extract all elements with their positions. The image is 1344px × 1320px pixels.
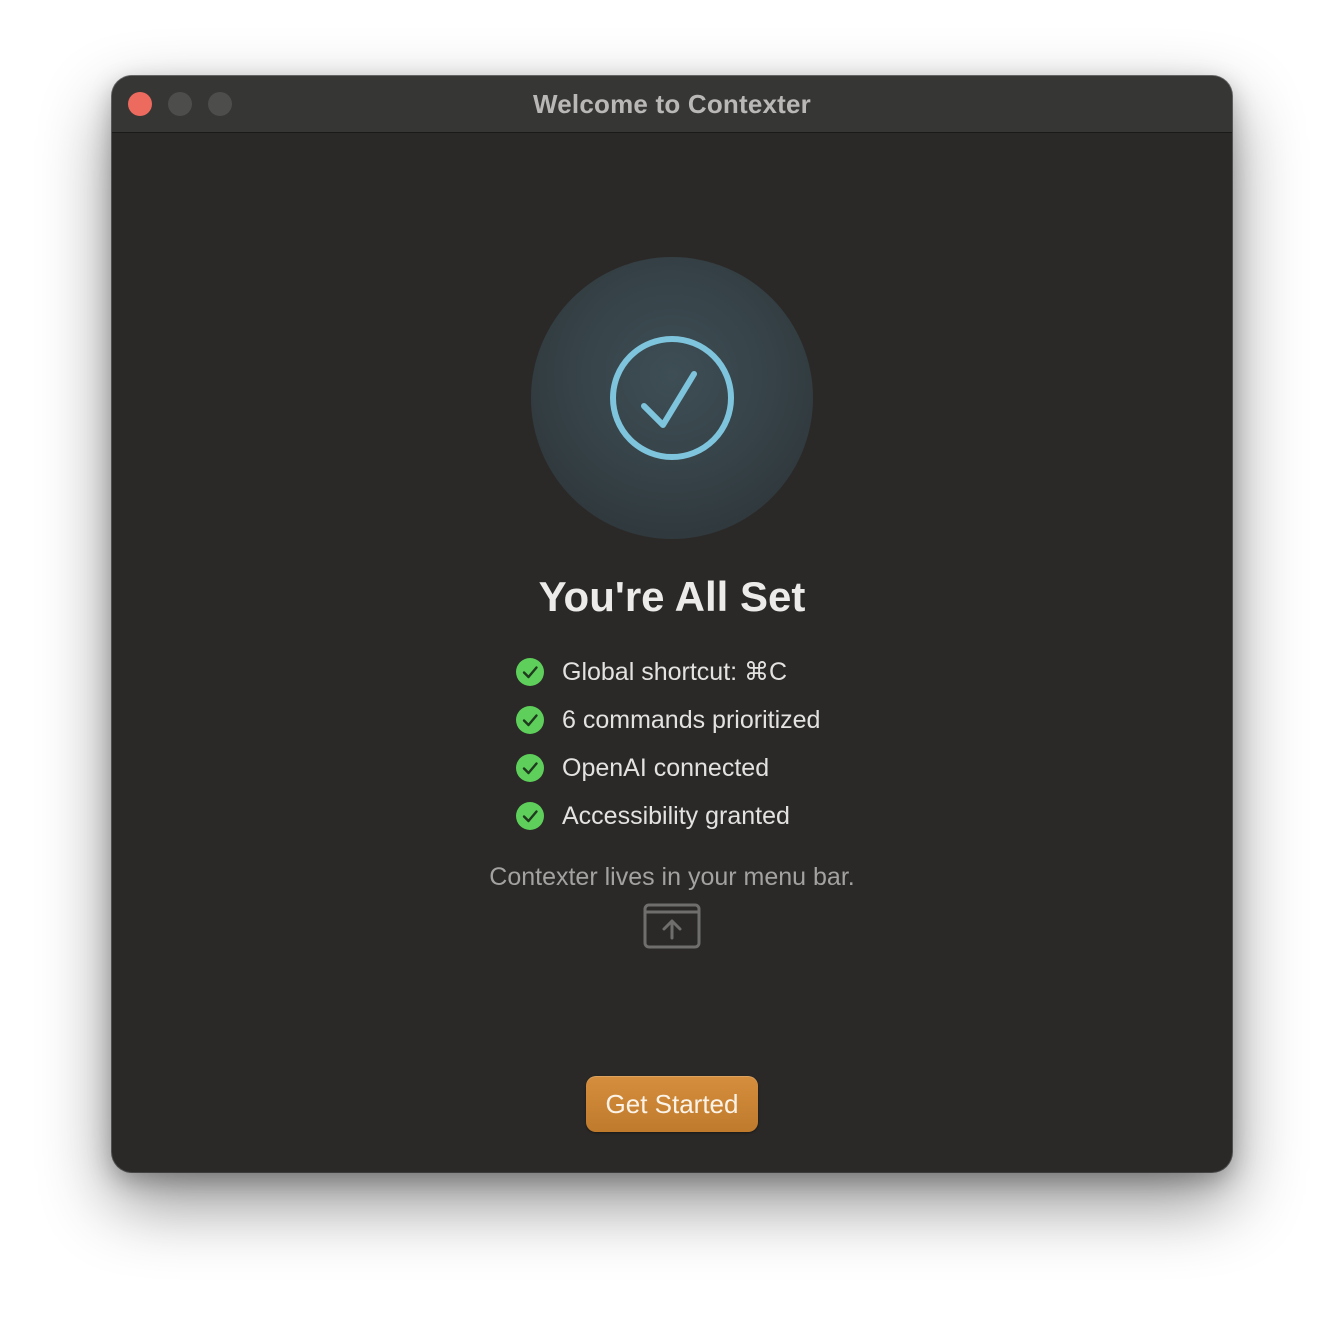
checklist-item-label: Accessibility granted <box>562 802 790 830</box>
get-started-button[interactable]: Get Started <box>586 1076 758 1132</box>
window-title: Welcome to Contexter <box>532 89 811 119</box>
page-title: You're All Set <box>538 573 806 620</box>
checklist-item-accessibility: Accessibility granted <box>515 793 935 841</box>
green-checkmark-icon <box>516 802 544 830</box>
green-checkmark-icon <box>516 706 544 734</box>
title-bar: Welcome to Contexter <box>112 76 1232 133</box>
menu-bar-hint: Contexter lives in your menu bar. <box>489 863 855 891</box>
menu-bar-upload-icon <box>643 903 701 949</box>
checkmark-circle-icon <box>610 336 734 460</box>
welcome-content: You're All Set Global shortcut: ⌘C 6 com… <box>112 133 1232 1172</box>
checklist-item-label: 6 commands prioritized <box>562 706 821 734</box>
checklist-item-label: OpenAI connected <box>562 754 770 782</box>
green-checkmark-icon <box>516 658 544 686</box>
checklist-item-shortcut: Global shortcut: ⌘C <box>515 649 935 697</box>
green-checkmark-icon <box>516 754 544 782</box>
checklist-item-commands: 6 commands prioritized <box>515 697 935 745</box>
success-halo <box>531 257 813 539</box>
onboarding-window: Welcome to Contexter You're All Set Glob… <box>112 76 1232 1172</box>
checklist-item-openai: OpenAI connected <box>515 745 935 793</box>
setup-checklist: Global shortcut: ⌘C 6 commands prioritiz… <box>515 649 935 841</box>
checklist-item-label: Global shortcut: ⌘C <box>562 658 788 686</box>
